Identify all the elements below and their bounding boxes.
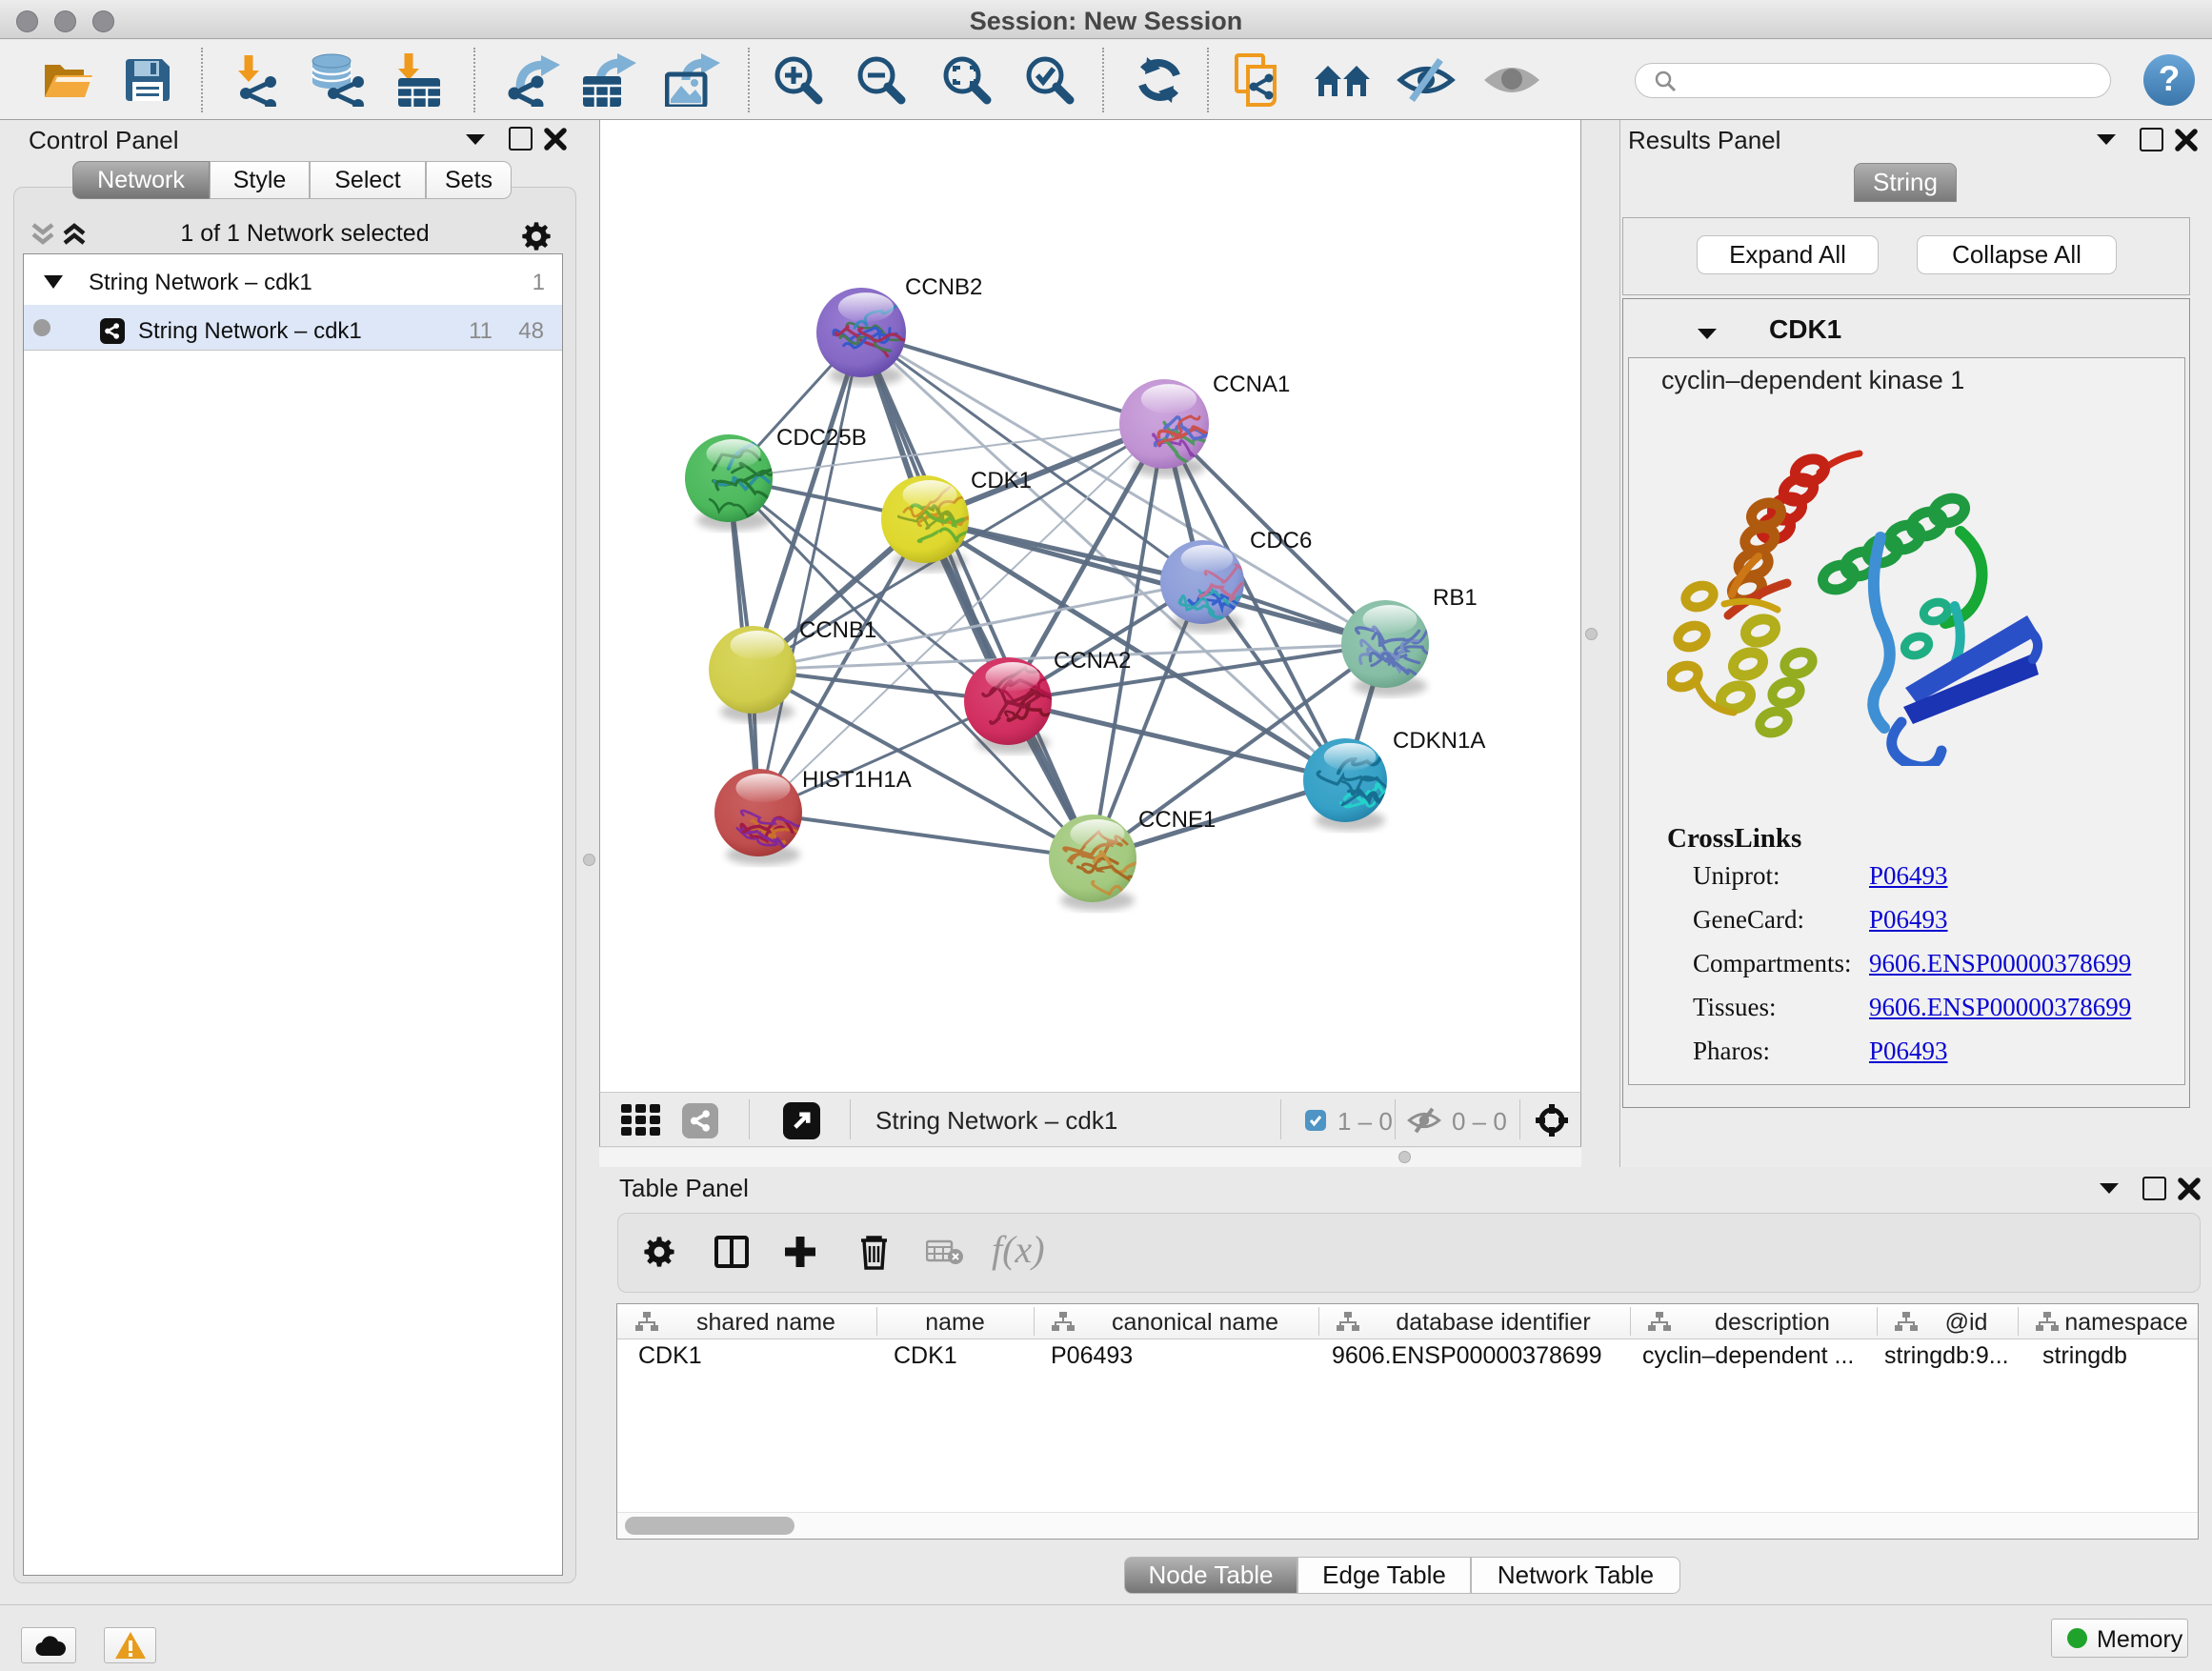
svg-text:CDC25B: CDC25B <box>776 425 867 451</box>
svg-text:CCNB2: CCNB2 <box>905 274 982 300</box>
svg-text:CCNE1: CCNE1 <box>1138 807 1216 833</box>
svg-text:CDC6: CDC6 <box>1250 528 1312 554</box>
svg-text:HIST1H1A: HIST1H1A <box>802 767 912 793</box>
svg-text:CCNA2: CCNA2 <box>1054 648 1131 674</box>
svg-text:CCNA1: CCNA1 <box>1213 372 1290 397</box>
svg-text:CDKN1A: CDKN1A <box>1393 728 1485 754</box>
svg-text:CDK1: CDK1 <box>971 468 1032 493</box>
svg-text:CCNB1: CCNB1 <box>799 617 876 643</box>
svg-text:RB1: RB1 <box>1433 585 1478 611</box>
